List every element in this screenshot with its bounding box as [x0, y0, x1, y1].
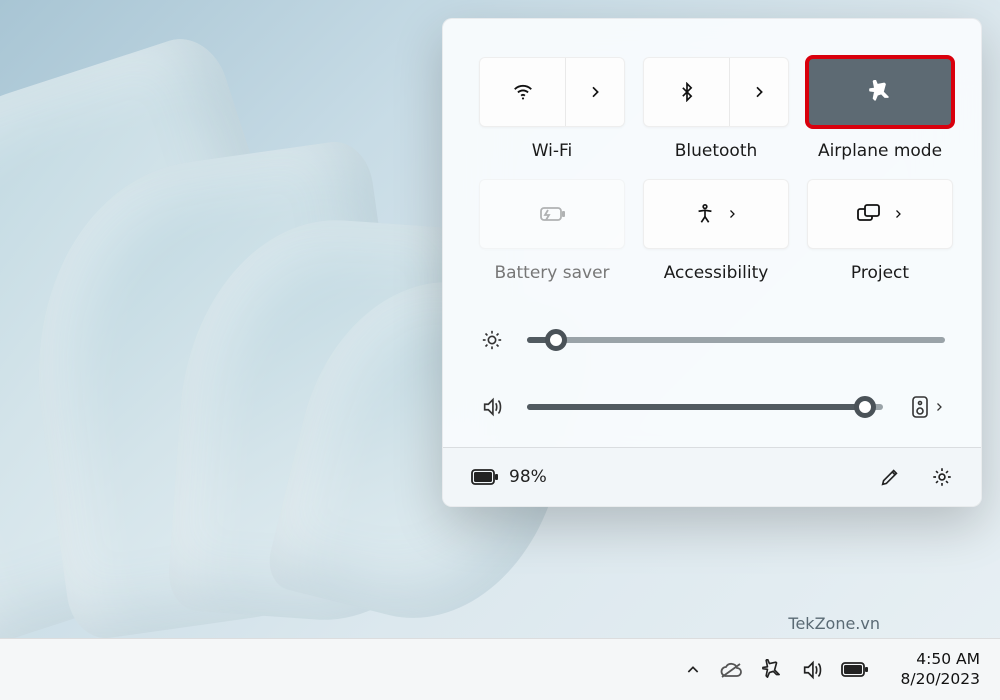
battery-icon: [471, 468, 499, 486]
project-label: Project: [851, 263, 909, 283]
airplane-mode-tile[interactable]: [807, 57, 953, 127]
watermark-text: TekZone.vn: [788, 614, 880, 633]
airplane-mode-label: Airplane mode: [818, 141, 942, 161]
quick-settings-flyout: Wi-Fi Bluetooth: [442, 18, 982, 507]
bluetooth-label: Bluetooth: [675, 141, 758, 161]
airplane-icon: [761, 659, 783, 681]
brightness-slider-thumb[interactable]: [545, 329, 567, 351]
volume-slider-thumb[interactable]: [854, 396, 876, 418]
battery-percent-text: 98%: [509, 467, 547, 487]
airplane-icon: [868, 80, 892, 104]
tray-onedrive-button[interactable]: [719, 661, 743, 679]
quick-settings-tiles: Wi-Fi Bluetooth: [443, 19, 981, 293]
battery-saver-tile: [479, 179, 625, 249]
brightness-slider-row: [479, 329, 945, 351]
project-tile[interactable]: [807, 179, 953, 249]
tray-overflow-button[interactable]: [685, 662, 701, 678]
accessibility-label: Accessibility: [664, 263, 769, 283]
wifi-tile[interactable]: [479, 57, 625, 127]
volume-slider-row: [479, 395, 945, 419]
accessibility-icon: [694, 203, 716, 225]
chevron-right-icon: [726, 208, 738, 220]
tray-airplane-mode-button[interactable]: [761, 659, 783, 681]
wifi-icon: [512, 81, 534, 103]
speaker-device-icon: [911, 395, 929, 419]
chevron-right-icon: [933, 401, 945, 413]
taskbar-date: 8/20/2023: [901, 670, 980, 689]
project-icon: [856, 203, 882, 225]
chevron-right-icon: [587, 84, 603, 100]
taskbar-time: 4:50 AM: [901, 650, 980, 669]
taskbar: 4:50 AM 8/20/2023: [0, 638, 1000, 700]
quick-settings-footer: 98%: [443, 447, 981, 506]
chevron-right-icon: [751, 84, 767, 100]
brightness-icon: [479, 329, 505, 351]
chevron-up-icon: [685, 662, 701, 678]
brightness-slider[interactable]: [527, 337, 945, 343]
sliders-section: [443, 311, 981, 447]
bluetooth-tile[interactable]: [643, 57, 789, 127]
bluetooth-expand-button[interactable]: [730, 58, 788, 126]
edit-quick-settings-button[interactable]: [879, 466, 901, 488]
settings-button[interactable]: [931, 466, 953, 488]
bluetooth-toggle[interactable]: [644, 58, 730, 126]
pencil-icon: [879, 466, 901, 488]
chevron-right-icon: [892, 208, 904, 220]
audio-output-button[interactable]: [905, 395, 945, 419]
gear-icon: [931, 466, 953, 488]
battery-icon: [841, 662, 869, 678]
taskbar-clock[interactable]: 4:50 AM 8/20/2023: [901, 650, 980, 689]
wifi-label: Wi-Fi: [532, 141, 573, 161]
battery-saver-label: Battery saver: [494, 263, 609, 283]
system-tray: [685, 659, 869, 681]
volume-icon: [479, 396, 505, 418]
wifi-toggle[interactable]: [480, 58, 566, 126]
bluetooth-icon: [677, 82, 697, 102]
tray-volume-button[interactable]: [801, 659, 823, 681]
volume-slider[interactable]: [527, 404, 883, 410]
wifi-expand-button[interactable]: [566, 58, 624, 126]
cloud-icon: [719, 661, 743, 679]
tray-battery-button[interactable]: [841, 662, 869, 678]
battery-status-button[interactable]: 98%: [471, 467, 547, 487]
accessibility-tile[interactable]: [643, 179, 789, 249]
battery-saver-icon: [537, 203, 567, 225]
volume-icon: [801, 659, 823, 681]
